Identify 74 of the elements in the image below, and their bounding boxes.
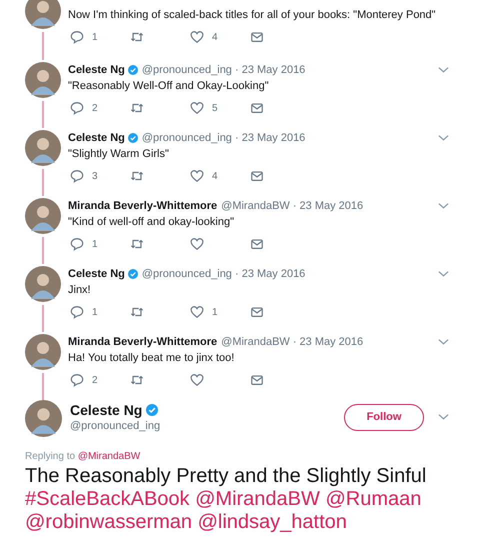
mention-link[interactable]: @MirandaBW (78, 451, 140, 462)
reply-count: 1 (92, 238, 98, 250)
tweet-text: "Slightly Warm Girls" (68, 147, 170, 162)
link[interactable]: @Rumaan (325, 488, 422, 510)
reply-icon[interactable] (70, 101, 84, 115)
heart-icon[interactable] (190, 30, 204, 44)
author-name[interactable]: Celeste Ng (68, 268, 125, 280)
avatar[interactable] (24, 198, 60, 234)
heart-icon[interactable] (190, 373, 204, 387)
author-handle[interactable]: @pronounced_ing · 23 May 2016 (142, 64, 306, 76)
reply-count: 2 (92, 374, 98, 386)
envelope-icon[interactable] (250, 169, 264, 183)
retweet-icon[interactable] (130, 169, 144, 183)
avatar[interactable] (24, 130, 60, 166)
like-count: 5 (212, 102, 218, 114)
heart-icon[interactable] (190, 169, 204, 183)
author-name[interactable]: Miranda Beverly-Whittemore (68, 200, 218, 212)
chevron-icon[interactable] (438, 413, 449, 421)
reply-icon[interactable] (70, 169, 84, 183)
tweet-text: "Reasonably Well-Off and Okay-Looking" (68, 79, 270, 94)
retweet-icon[interactable] (130, 101, 144, 115)
tweet-text: Ha! You totally beat me to jinx too! (68, 351, 236, 366)
reply-count: 1 (92, 306, 98, 318)
link[interactable]: @robinwasserman (25, 511, 192, 533)
retweet-icon[interactable] (130, 237, 144, 251)
link[interactable]: @lindsay_hatton (198, 511, 347, 533)
like-count: 4 (212, 32, 218, 42)
author-name[interactable]: Miranda Beverly-Whittemore (68, 336, 218, 348)
like-count: 4 (212, 170, 218, 182)
envelope-icon[interactable] (250, 237, 264, 251)
author-name[interactable]: Celeste Ng (68, 64, 125, 76)
envelope-icon[interactable] (250, 373, 264, 387)
avatar[interactable] (24, 266, 60, 302)
replying-to-text: Replying to @MirandaBW (25, 451, 142, 462)
link[interactable]: @MirandaBW (195, 488, 320, 510)
envelope-icon[interactable] (250, 305, 264, 319)
author-name[interactable]: Celeste Ng (70, 402, 142, 418)
author-handle[interactable]: @pronounced_ing · 23 May 2016 (142, 132, 306, 144)
tweet-text: The Reasonably Pretty and the Slightly Sinful #ScaleBackABook @MirandaBW @Rumaan @robinwasserman @lindsay_hatton (25, 465, 428, 534)
tweet-text: "Kind of well-off and okay-looking" (68, 215, 235, 230)
avatar[interactable] (24, 0, 60, 29)
author-handle[interactable]: @pronounced_ing · 23 May 2016 (142, 268, 306, 280)
author-handle[interactable]: @MirandaBW · 23 May 2016 (221, 200, 364, 212)
author-handle[interactable]: @pronounced_ing (70, 420, 160, 432)
reply-icon[interactable] (70, 237, 84, 251)
chevron-icon[interactable] (438, 338, 449, 346)
retweet-icon[interactable] (130, 30, 144, 44)
heart-icon[interactable] (190, 101, 204, 115)
reply-icon[interactable] (70, 305, 84, 319)
envelope-icon[interactable] (250, 101, 264, 115)
reply-count: 1 (92, 32, 98, 42)
reply-icon[interactable] (70, 373, 84, 387)
chevron-icon[interactable] (438, 270, 449, 278)
envelope-icon[interactable] (250, 30, 264, 44)
chevron-icon[interactable] (438, 202, 449, 210)
follow-button[interactable]: Follow (344, 404, 424, 430)
reply-count: 3 (92, 170, 98, 182)
retweet-icon[interactable] (130, 305, 144, 319)
chevron-icon[interactable] (438, 134, 449, 142)
link[interactable]: #ScaleBackABook (25, 488, 190, 510)
like-count: 1 (212, 306, 218, 318)
retweet-icon[interactable] (130, 373, 144, 387)
reply-icon[interactable] (70, 30, 84, 44)
heart-icon[interactable] (190, 305, 204, 319)
reply-count: 2 (92, 102, 98, 114)
tweet-text: Now I'm thinking of scaled-back titles for all of your books: "Monterey Pond" (68, 8, 437, 23)
heart-icon[interactable] (190, 237, 204, 251)
author-handle[interactable]: @MirandaBW · 23 May 2016 (221, 336, 364, 348)
avatar[interactable] (24, 334, 60, 370)
avatar[interactable] (25, 400, 62, 437)
tweet-text: Jinx! (68, 283, 92, 298)
avatar[interactable] (24, 62, 60, 98)
chevron-icon[interactable] (438, 66, 449, 74)
author-name[interactable]: Celeste Ng (68, 132, 125, 144)
